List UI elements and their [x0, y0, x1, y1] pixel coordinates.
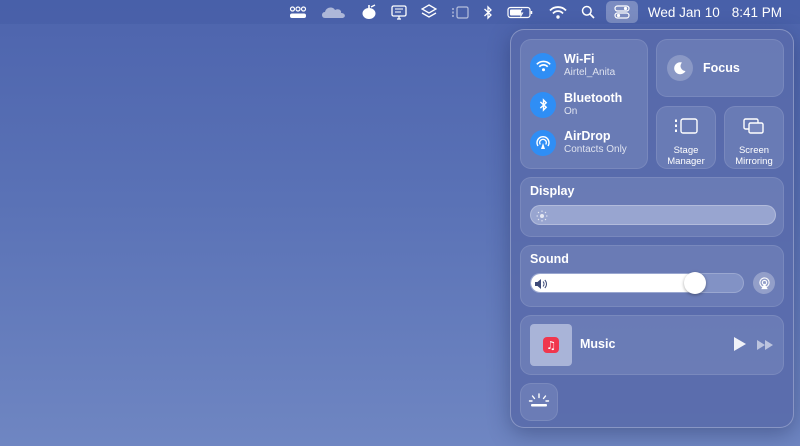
stage-manager-label: Stage Manager — [667, 145, 705, 167]
music-note-icon: ♫ — [543, 337, 559, 353]
cloud-icon[interactable] — [314, 0, 354, 24]
stage-manager-icon — [674, 117, 698, 140]
volume-slider[interactable] — [530, 273, 744, 293]
now-playing-tile[interactable]: ♫ Music — [520, 315, 784, 375]
search-icon[interactable] — [574, 0, 602, 24]
airdrop-status: Contacts Only — [564, 144, 627, 155]
download-icon[interactable] — [354, 0, 384, 24]
brightness-slider[interactable] — [530, 205, 776, 225]
keyboard-brightness-tile[interactable] — [520, 383, 558, 421]
album-art: ♫ — [530, 324, 572, 366]
mission-switcher-icon[interactable] — [282, 0, 314, 24]
display-icon[interactable] — [384, 0, 414, 24]
control-center-panel: Wi-Fi Airtel_Anita Bluetooth On AirDrop … — [510, 29, 794, 428]
airdrop-control[interactable]: AirDrop Contacts Only — [530, 129, 627, 156]
wifi-title: Wi-Fi — [564, 52, 595, 66]
sound-title: Sound — [530, 252, 569, 266]
wifi-network-name: Airtel_Anita — [564, 67, 616, 78]
speaker-icon — [534, 277, 548, 292]
bluetooth-control[interactable]: Bluetooth On — [530, 91, 622, 118]
stage-manager-icon[interactable] — [444, 0, 476, 24]
bluetooth-icon[interactable] — [476, 0, 500, 24]
control-center-icon[interactable] — [605, 1, 638, 23]
screen-mirroring-tile[interactable]: Screen Mirroring — [724, 106, 784, 169]
menu-bar: Wed Jan 10 8:41 PM — [0, 0, 800, 24]
wifi-icon[interactable] — [530, 52, 556, 79]
bluetooth-title: Bluetooth — [564, 91, 623, 105]
wifi-control[interactable]: Wi-Fi Airtel_Anita — [530, 52, 615, 79]
focus-tile[interactable]: Focus — [656, 39, 784, 97]
airplay-audio-icon[interactable] — [753, 272, 775, 294]
bluetooth-status: On — [564, 106, 578, 117]
airdrop-icon[interactable] — [530, 129, 556, 156]
fast-forward-icon[interactable] — [756, 338, 774, 356]
display-title: Display — [530, 184, 575, 198]
battery-icon[interactable] — [500, 0, 542, 24]
wifi-icon[interactable] — [542, 0, 574, 24]
display-tile: Display — [520, 177, 784, 237]
volume-knob[interactable] — [684, 272, 706, 294]
keyboard-brightness-icon — [528, 392, 550, 413]
focus-label: Focus — [703, 61, 740, 75]
music-title: Music — [580, 337, 616, 351]
volume-fill — [531, 274, 696, 292]
layers-icon[interactable] — [414, 0, 444, 24]
play-icon[interactable] — [733, 336, 747, 357]
sun-icon — [536, 209, 548, 227]
network-tile: Wi-Fi Airtel_Anita Bluetooth On AirDrop … — [520, 39, 648, 169]
moon-icon — [667, 55, 693, 81]
airdrop-title: AirDrop — [564, 129, 611, 143]
screen-mirroring-icon — [743, 117, 765, 140]
menubar-time[interactable]: 8:41 PM — [726, 5, 788, 20]
bluetooth-icon[interactable] — [530, 91, 556, 118]
stage-manager-tile[interactable]: Stage Manager — [656, 106, 716, 169]
sound-tile: Sound — [520, 245, 784, 307]
menubar-date[interactable]: Wed Jan 10 — [642, 5, 726, 20]
screen-mirroring-label: Screen Mirroring — [735, 145, 773, 167]
